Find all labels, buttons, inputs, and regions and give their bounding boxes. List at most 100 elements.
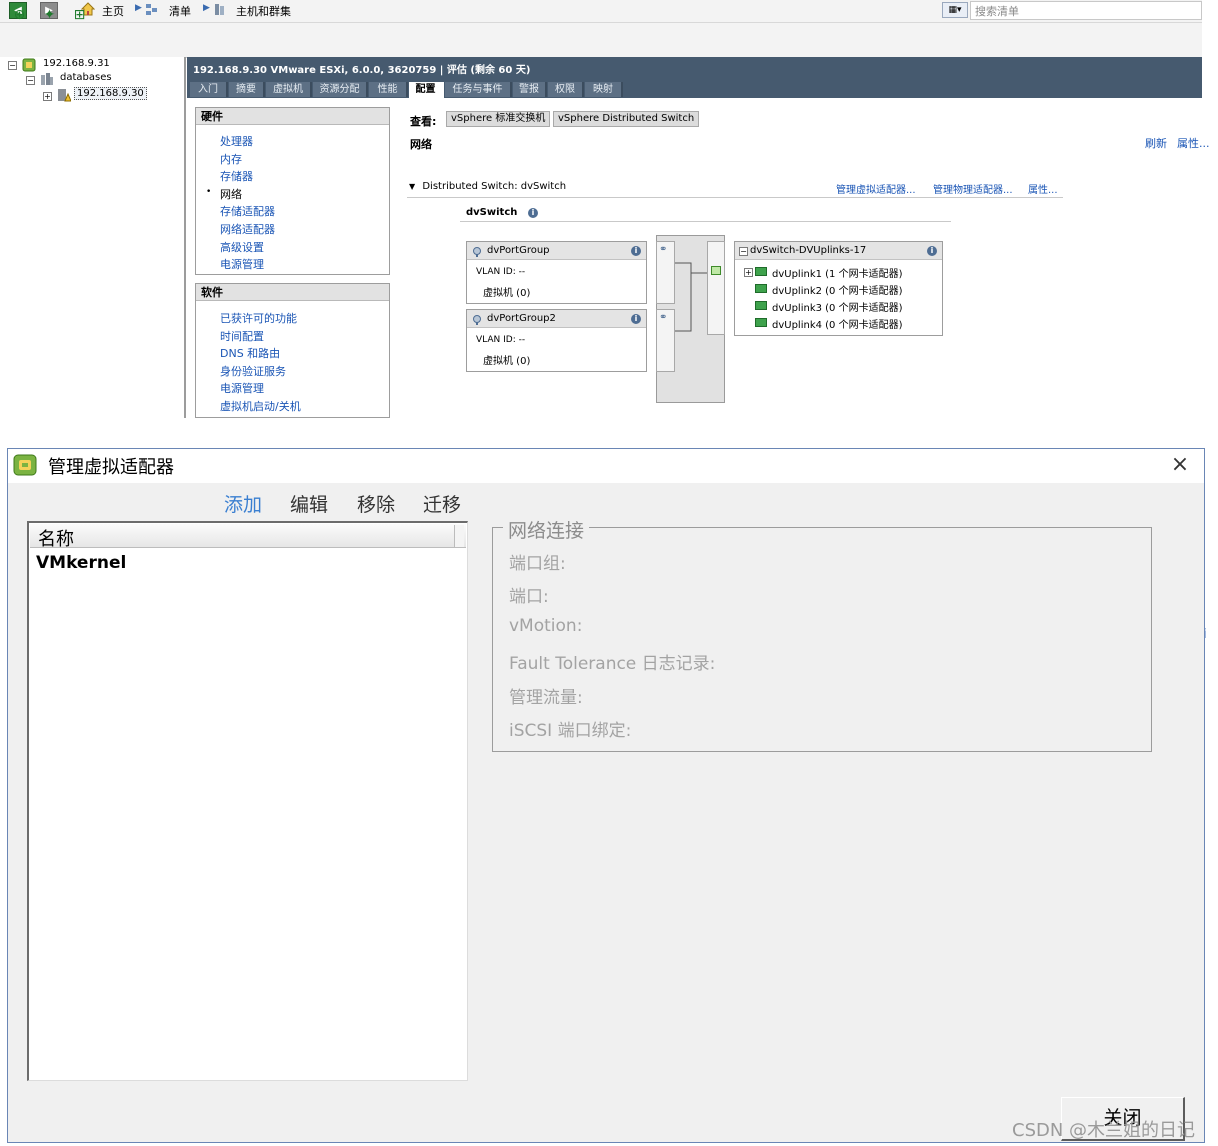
info-icon[interactable]: i (631, 246, 641, 256)
software-item[interactable]: 电源管理 (220, 380, 264, 396)
view-distributed-switch-button[interactable]: vSphere Distributed Switch (553, 111, 700, 127)
tree-host-label[interactable]: 192.168.9.30 (74, 87, 147, 100)
tab-1[interactable]: 摘要 (229, 82, 265, 97)
port-group-card[interactable]: dvPortGroup i VLAN ID: -- 虚拟机 (0) (466, 241, 647, 304)
uplink-item[interactable]: dvUplink3 (0 个网卡适配器) (772, 299, 903, 314)
uplink-port-icon (711, 266, 721, 275)
refresh-link[interactable]: 刷新 (1145, 135, 1167, 151)
uplink-item[interactable]: dvUplink1 (1 个网卡适配器) (772, 265, 903, 280)
software-item[interactable]: 已获许可的功能 (220, 310, 297, 326)
inventory-icon (145, 3, 158, 16)
new-cluster-icon[interactable]: ⊞ (72, 8, 87, 23)
uplink-item[interactable]: dvUplink4 (0 个网卡适配器) (772, 316, 903, 331)
port-group-card[interactable]: dvPortGroup2 i VLAN ID: -- 虚拟机 (0) (466, 309, 647, 372)
column-header-name[interactable]: 名称 (38, 525, 74, 551)
nic-icon (755, 301, 767, 310)
tree-collapse-icon[interactable]: − (26, 76, 35, 85)
adapter-list[interactable] (27, 521, 468, 1081)
port-group-name: dvPortGroup2 (487, 313, 556, 324)
connection-field-label: Fault Tolerance 日志记录: (509, 654, 716, 675)
nic-icon (755, 267, 767, 276)
inventory-tree (0, 57, 186, 418)
hosts-clusters-icon (214, 3, 227, 16)
new-vm-icon[interactable]: ⊕ (12, 8, 27, 23)
new-host-icon[interactable]: ✦ (42, 8, 57, 23)
vlan-id: VLAN ID: -- (476, 335, 526, 345)
add-button[interactable]: 添加 (224, 490, 262, 517)
tab-8[interactable]: 权限 (548, 82, 584, 97)
tree-collapse-icon[interactable]: − (8, 61, 17, 70)
uplink-connector (707, 241, 725, 335)
software-item[interactable]: 身份验证服务 (220, 363, 286, 379)
collapse-triangle-icon: ▼ (409, 182, 416, 191)
breadcrumb-home[interactable]: 主页 (102, 3, 124, 19)
breadcrumb-inventory[interactable]: 清单 (169, 3, 191, 19)
tab-7[interactable]: 警报 (513, 82, 547, 97)
watermark: CSDN @木兰姐的日记 (1012, 1120, 1196, 1141)
tab-4[interactable]: 性能 (369, 82, 408, 97)
nic-icon (755, 318, 767, 327)
breadcrumb-arrow-icon: ▶ (135, 3, 142, 13)
tab-6[interactable]: 任务与事件 (445, 82, 512, 97)
close-icon[interactable]: × (1167, 452, 1193, 478)
view-standard-switch-button[interactable]: vSphere 标准交换机 (446, 111, 551, 127)
software-item[interactable]: 时间配置 (220, 328, 264, 344)
migrate-button[interactable]: 迁移 (423, 490, 461, 517)
port-group-name: dvPortGroup (487, 245, 550, 256)
tree-vcenter-label[interactable]: 192.168.9.31 (43, 58, 110, 69)
expand-icon[interactable]: + (744, 268, 753, 277)
host-title: 192.168.9.30 VMware ESXi, 6.0.0, 3620759… (193, 65, 531, 76)
collapse-icon[interactable]: − (739, 247, 748, 256)
uplinks-name: dvSwitch-DVUplinks-17 (750, 245, 867, 256)
info-icon[interactable]: i (528, 208, 538, 218)
datacenter-icon (40, 72, 54, 89)
hardware-item[interactable]: 内存 (220, 151, 242, 167)
tab-9[interactable]: 映射 (585, 82, 623, 97)
manage-physical-adapters-link[interactable]: 管理物理适配器... (933, 181, 1013, 196)
divider (460, 221, 951, 222)
breadcrumb-arrow-icon: ▶ (203, 3, 210, 13)
column-divider[interactable] (454, 525, 464, 547)
info-icon[interactable]: i (631, 314, 641, 324)
hardware-item[interactable]: 电源管理 (220, 256, 264, 272)
tab-2[interactable]: 虚拟机 (266, 82, 312, 97)
remove-button[interactable]: 移除 (357, 490, 395, 517)
host-warning-icon (57, 88, 72, 105)
dialog-titlebar (8, 449, 1204, 483)
list-item[interactable]: VMkernel (36, 553, 126, 573)
selected-bullet-icon: • (206, 186, 212, 197)
properties-link[interactable]: 属性... (1177, 135, 1210, 151)
hardware-item[interactable]: 存储适配器 (220, 203, 275, 219)
list-header (30, 524, 466, 548)
vm-count: 虚拟机 (0) (483, 356, 531, 367)
tab-3[interactable]: 资源分配 (313, 82, 368, 97)
port-link-icon: ⚭ (659, 312, 668, 323)
tab-5[interactable]: 配置 (409, 82, 444, 98)
connection-field-label: iSCSI 端口绑定: (509, 721, 632, 741)
manage-virtual-adapters-link[interactable]: 管理虚拟适配器... (836, 181, 916, 196)
hardware-item[interactable]: 网络适配器 (220, 221, 275, 237)
uplink-item[interactable]: dvUplink2 (0 个网卡适配器) (772, 282, 903, 297)
info-icon[interactable]: i (927, 246, 937, 256)
tree-expand-icon[interactable]: + (43, 92, 52, 101)
dialog-title: 管理虚拟适配器 (48, 457, 174, 478)
hardware-item[interactable]: 高级设置 (220, 239, 264, 255)
search-scope-icon[interactable]: ▦▾ (942, 2, 968, 18)
hardware-item[interactable]: 处理器 (220, 133, 253, 149)
vcenter-icon (22, 58, 36, 75)
ds-properties-link[interactable]: 属性... (1028, 181, 1058, 196)
software-item[interactable]: DNS 和路由 (220, 345, 280, 361)
dvswitch-name: dvSwitch (466, 207, 518, 218)
distributed-switch-header[interactable]: ▼ Distributed Switch: dvSwitch (409, 181, 566, 192)
software-item[interactable]: 虚拟机启动/关机 (220, 398, 301, 414)
tab-0[interactable]: 入门 (190, 82, 228, 97)
network-section-title: 网络 (410, 138, 432, 151)
hardware-item[interactable]: 网络 (220, 186, 242, 202)
hardware-item[interactable]: 存储器 (220, 168, 253, 184)
search-inventory-input[interactable]: 搜索清单 (970, 1, 1202, 20)
port-link-icon: ⚭ (659, 244, 668, 255)
breadcrumb-hosts-clusters[interactable]: 主机和群集 (236, 3, 291, 19)
tree-datacenter-label[interactable]: databases (60, 72, 112, 83)
edit-button[interactable]: 编辑 (290, 490, 328, 517)
divider (407, 197, 1063, 198)
